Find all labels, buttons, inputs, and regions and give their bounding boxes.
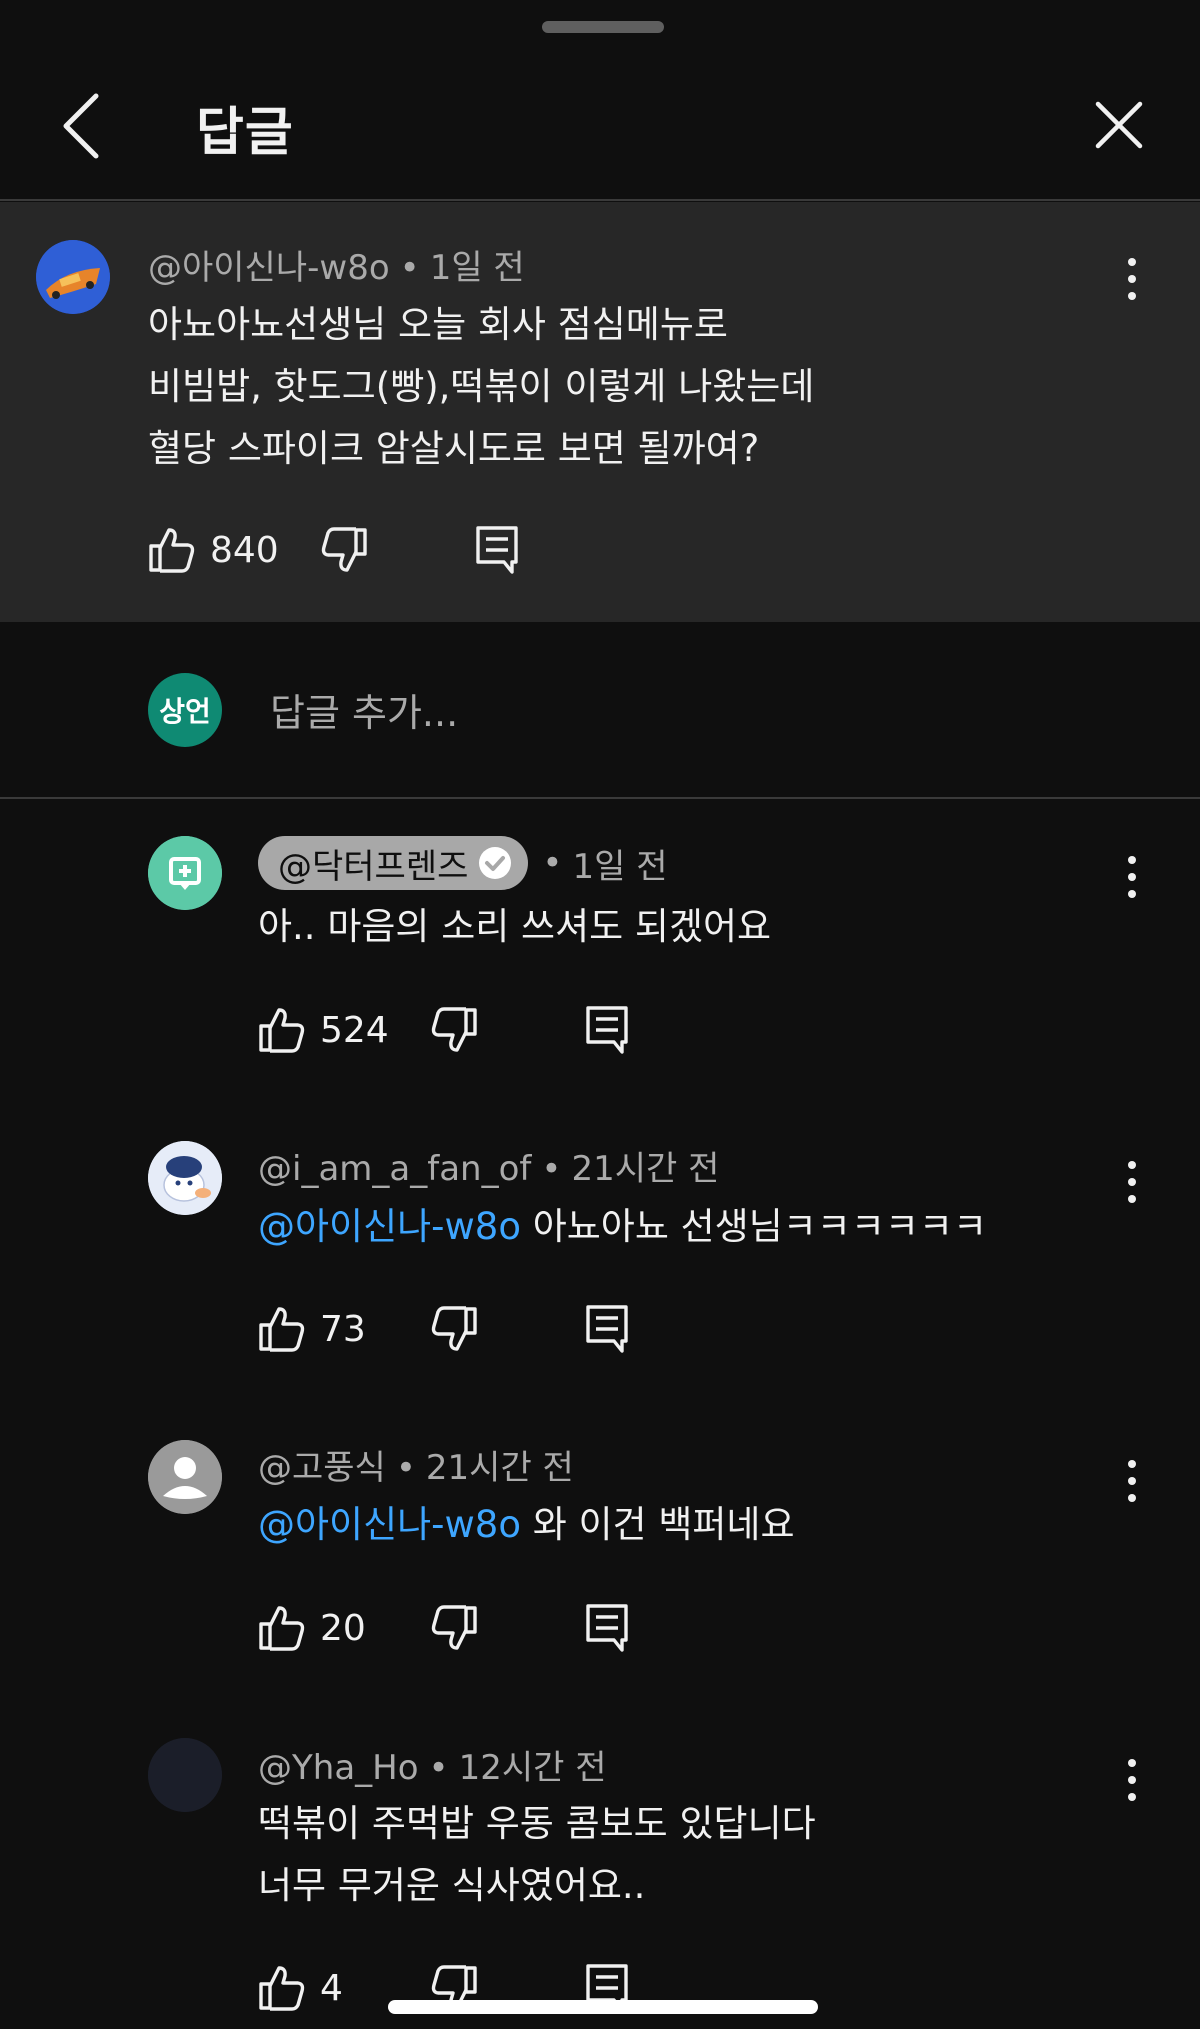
thumb-up-icon[interactable] xyxy=(258,1303,306,1355)
comment-meta: @아이신나-w8o • 1일 전 xyxy=(148,248,525,288)
avatar-image xyxy=(36,240,110,314)
more-options-button[interactable] xyxy=(1120,1460,1144,1508)
like-count: 4 xyxy=(320,1968,343,2009)
avatar[interactable] xyxy=(148,836,222,910)
composer-divider xyxy=(0,797,1200,799)
like-count: 524 xyxy=(320,1010,389,1051)
comment-text: 아.. 마음의 소리 쓰셔도 되겠어요 xyxy=(258,905,772,948)
more-vert-icon xyxy=(1128,856,1136,864)
thumb-up-icon[interactable] xyxy=(258,1962,306,2014)
mention-link[interactable]: @아이신나-w8o xyxy=(258,1503,521,1546)
reply-icon[interactable] xyxy=(584,1303,632,1355)
comment-author[interactable]: @아이신나-w8o xyxy=(148,248,390,288)
comment-actions: 20 xyxy=(258,1602,678,1662)
comment-author: @닥터프렌즈 xyxy=(278,846,469,887)
mention-link[interactable]: @아이신나-w8o xyxy=(258,1205,521,1248)
thumb-up-icon[interactable] xyxy=(258,1602,306,1654)
comment-actions: 73 xyxy=(258,1303,678,1363)
thumb-up-icon[interactable] xyxy=(258,1004,306,1056)
comment-meta: @고풍식 • 21시간 전 xyxy=(258,1448,574,1488)
comment-line: 떡볶이 주먹밥 우동 콤보도 있답니다 xyxy=(258,1802,816,1845)
close-icon xyxy=(1095,101,1143,149)
comment-actions: 840 xyxy=(148,524,568,584)
comment-time: 21시간 전 xyxy=(425,1448,574,1488)
thumb-down-icon[interactable] xyxy=(430,1303,478,1355)
comment-meta: @i_am_a_fan_of • 21시간 전 xyxy=(258,1149,720,1189)
close-button[interactable] xyxy=(1092,98,1146,152)
avatar-image xyxy=(148,1738,222,1812)
avatar[interactable] xyxy=(148,1141,222,1215)
comment-time: 1일 전 xyxy=(572,846,668,887)
avatar[interactable] xyxy=(148,1738,222,1812)
page-title: 답글 xyxy=(196,103,294,163)
like-count: 840 xyxy=(210,530,279,571)
header-divider xyxy=(0,199,1200,201)
like-count: 20 xyxy=(320,1608,366,1649)
home-indicator xyxy=(388,2000,818,2014)
comment-line: 혈당 스파이크 암살시도로 보면 될까여? xyxy=(148,427,760,470)
thumb-down-icon[interactable] xyxy=(320,524,368,576)
current-user-avatar: 상언 xyxy=(148,673,222,747)
back-button[interactable] xyxy=(52,88,112,164)
channel-logo-icon xyxy=(148,836,222,910)
avatar-image xyxy=(148,1141,222,1215)
like-count: 73 xyxy=(320,1309,366,1350)
comment-time: 12시간 전 xyxy=(458,1748,607,1788)
comment-line: 너무 무거운 식사였어요.. xyxy=(258,1864,646,1907)
reply-icon[interactable] xyxy=(474,524,522,576)
reply-icon[interactable] xyxy=(584,1602,632,1654)
sheet-drag-handle[interactable] xyxy=(542,21,664,33)
more-vert-icon xyxy=(1128,258,1136,266)
comment-author[interactable]: @i_am_a_fan_of xyxy=(258,1149,531,1189)
comment-text: @아이신나-w8o 아뇨아뇨 선생님ㅋㅋㅋㅋㅋㅋ xyxy=(258,1196,987,1258)
reply-input[interactable]: 답글 추가... xyxy=(270,682,458,737)
thumb-up-icon[interactable] xyxy=(148,524,196,576)
avatar[interactable] xyxy=(148,1440,222,1514)
default-avatar-icon xyxy=(148,1440,222,1514)
comment-time: 21시간 전 xyxy=(571,1149,720,1189)
thumb-down-icon[interactable] xyxy=(430,1602,478,1654)
more-options-button[interactable] xyxy=(1120,1161,1144,1209)
more-vert-icon xyxy=(1128,1460,1136,1468)
thumb-down-icon[interactable] xyxy=(430,1004,478,1056)
comment-line: 아뇨아뇨선생님 오늘 회사 점심메뉴로 xyxy=(148,303,728,346)
comment-actions: 524 xyxy=(258,1004,678,1064)
comment-line: 비빔밥, 핫도그(빵),떡볶이 이렇게 나왔는데 xyxy=(148,365,815,408)
more-options-button[interactable] xyxy=(1120,1759,1144,1807)
comment-body: 와 이건 백퍼네요 xyxy=(520,1503,795,1546)
comment-author[interactable]: @Yha_Ho xyxy=(258,1748,419,1788)
comment-meta: @Yha_Ho • 12시간 전 xyxy=(258,1748,607,1788)
avatar[interactable] xyxy=(36,240,110,314)
more-vert-icon xyxy=(1128,1161,1136,1169)
comment-body: 아뇨아뇨 선생님ㅋㅋㅋㅋㅋㅋ xyxy=(520,1205,987,1248)
parent-comment: @아이신나-w8o • 1일 전 아뇨아뇨선생님 오늘 회사 점심메뉴로 비빔밥, … xyxy=(0,202,1200,622)
comment-author[interactable]: @고풍식 xyxy=(258,1448,386,1488)
more-options-button[interactable] xyxy=(1120,258,1144,306)
channel-owner-chip[interactable]: @닥터프렌즈 xyxy=(258,836,529,890)
comment-time: 1일 전 xyxy=(429,248,525,288)
reply-icon[interactable] xyxy=(584,1004,632,1056)
chevron-left-icon xyxy=(63,93,99,159)
verified-check-icon xyxy=(479,847,512,879)
comment-meta: @닥터프렌즈 • 1일 전 xyxy=(258,836,667,890)
comment-text: @아이신나-w8o 와 이건 백퍼네요 xyxy=(258,1494,795,1556)
more-vert-icon xyxy=(1128,1759,1136,1767)
more-options-button[interactable] xyxy=(1120,856,1144,904)
comment-text: 떡볶이 주먹밥 우동 콤보도 있답니다 너무 무거운 식사였어요.. xyxy=(258,1793,816,1917)
comment-text: 아뇨아뇨선생님 오늘 회사 점심메뉴로 비빔밥, 핫도그(빵),떡볶이 이렇게 … xyxy=(148,294,814,480)
